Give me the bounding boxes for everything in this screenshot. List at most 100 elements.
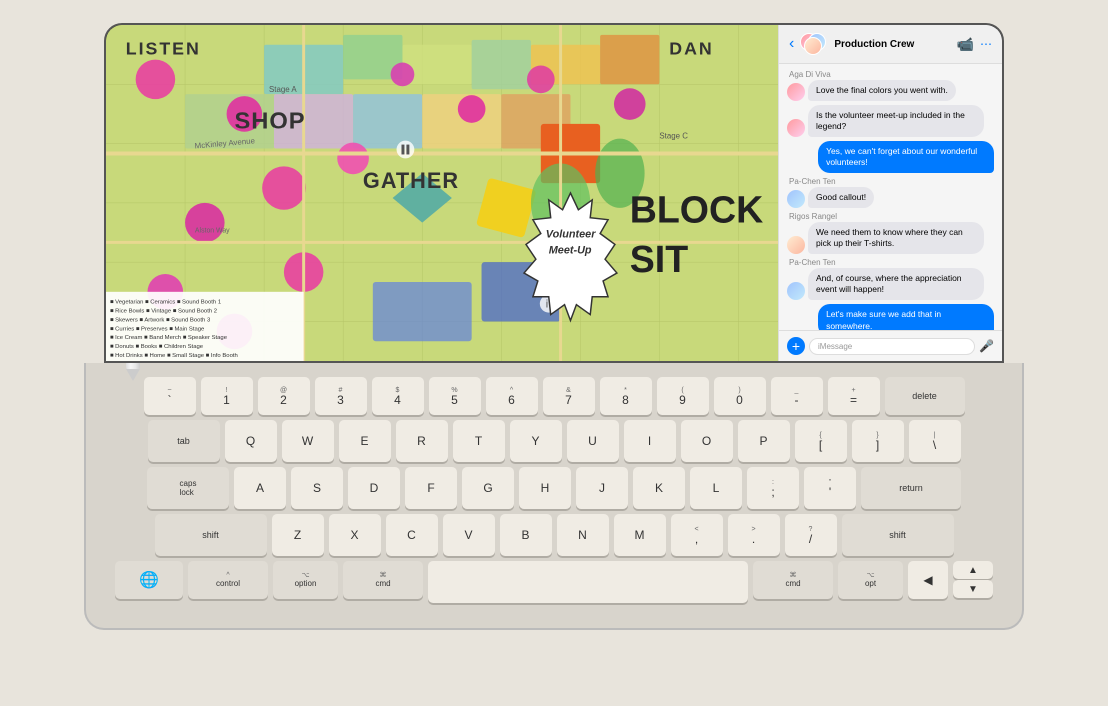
message-bubble: Let's make sure we add that in somewhere… [818,304,994,330]
key-0[interactable]: )0 [714,377,766,415]
key-q[interactable]: Q [225,420,277,462]
key-x[interactable]: X [329,514,381,556]
key-l[interactable]: L [690,467,742,509]
svg-text:Alston Way: Alston Way [195,228,230,235]
key-slash[interactable]: ?/ [785,514,837,556]
key-v[interactable]: V [443,514,495,556]
key-backtick[interactable]: ~` [144,377,196,415]
key-control[interactable]: ^ control [188,561,268,599]
key-3[interactable]: #3 [315,377,367,415]
key-caps-lock[interactable]: capslock [147,467,229,509]
message-bubble: Yes, we can't forget about our wonderful… [818,141,994,173]
key-equals[interactable]: += [828,377,880,415]
key-arrow-left[interactable]: ◀ [908,561,948,599]
svg-text:■ Ice Cream ■ Band Merch ■ S: ■ Ice Cream ■ Band Merch ■ Speaker Stage [110,335,228,341]
message-row: Let's make sure we add that in somewhere… [787,304,994,330]
sender-name: Aga Di Viva [787,70,994,79]
key-shift-left[interactable]: shift [155,514,267,556]
key-u[interactable]: U [567,420,619,462]
key-shift-right[interactable]: shift [842,514,954,556]
svg-text:DAN: DAN [669,39,713,59]
svg-text:SIT: SIT [630,238,688,280]
key-command-right[interactable]: ⌘ cmd [753,561,833,599]
magic-keyboard: ~` !1 @2 #3 $4 %5 ^6 &7 *8 (9 )0 _- += d… [84,363,1024,630]
key-f[interactable]: F [405,467,457,509]
key-k[interactable]: K [633,467,685,509]
key-s[interactable]: S [291,467,343,509]
svg-text:■ Curries ■ Preserves ■ Ma: ■ Curries ■ Preserves ■ Main Stage [110,326,205,332]
message-bubble: We need them to know where they can pick… [808,222,984,254]
svg-text:i: i [546,299,548,311]
key-delete[interactable]: delete [885,377,965,415]
device-container: ✦ Pencil Pro [64,23,1044,683]
key-j[interactable]: J [576,467,628,509]
key-tab[interactable]: tab [148,420,220,462]
key-bracket-close[interactable]: }] [852,420,904,462]
facetime-icon[interactable]: 📹 [957,36,974,53]
key-d[interactable]: D [348,467,400,509]
key-command-left[interactable]: ⌘ cmd [343,561,423,599]
key-7[interactable]: &7 [543,377,595,415]
key-i[interactable]: I [624,420,676,462]
key-g[interactable]: G [462,467,514,509]
key-t[interactable]: T [453,420,505,462]
key-option[interactable]: ⌥ option [273,561,338,599]
key-option-right[interactable]: ⌥ opt [838,561,903,599]
key-backslash[interactable]: |\ [909,420,961,462]
key-2[interactable]: @2 [258,377,310,415]
key-arrow-up[interactable]: ▲ [953,561,993,579]
message-bubble: And, of course, where the appreciation e… [808,268,984,300]
key-y[interactable]: Y [510,420,562,462]
back-button[interactable]: ‹ [789,35,794,53]
key-z[interactable]: Z [272,514,324,556]
imessage-input[interactable]: iMessage [809,338,975,355]
key-b[interactable]: B [500,514,552,556]
key-5[interactable]: %5 [429,377,481,415]
messages-header: ‹ Production Crew 📹 ⋯ [779,25,1002,64]
message-bubble: Good callout! [808,187,874,208]
key-p[interactable]: P [738,420,790,462]
key-c[interactable]: C [386,514,438,556]
arrow-ud-container: ▲ ▼ [953,561,993,603]
key-6[interactable]: ^6 [486,377,538,415]
key-r[interactable]: R [396,420,448,462]
key-o[interactable]: O [681,420,733,462]
add-attachment-button[interactable]: + [787,337,805,355]
pencil-tip [126,369,140,381]
key-semicolon[interactable]: :; [747,467,799,509]
svg-text:Meet-Up: Meet-Up [549,244,592,256]
key-8[interactable]: *8 [600,377,652,415]
key-period[interactable]: >. [728,514,780,556]
key-bracket-open[interactable]: {[ [795,420,847,462]
key-m[interactable]: M [614,514,666,556]
svg-text:■ Rice Bowls ■ Vintage ■ So: ■ Rice Bowls ■ Vintage ■ Sound Booth 2 [110,309,217,315]
key-1[interactable]: !1 [201,377,253,415]
key-quote[interactable]: "' [804,467,856,509]
sender-name: Pa-Chen Ten [787,177,994,186]
svg-text:■ Hot Drinks ■ Home ■ Small St: ■ Hot Drinks ■ Home ■ Small Stage ■ Info… [110,353,238,359]
key-e[interactable]: E [339,420,391,462]
key-globe[interactable]: 🌐 [115,561,183,599]
ipad-screen: LISTEN SHOP GATHER DAN BLOCK SIT McKinle… [104,23,1004,363]
message-row: Yes, we can't forget about our wonderful… [787,141,994,173]
messages-body: Aga Di Viva Love the final colors you we… [779,64,1002,330]
messages-panel: ‹ Production Crew 📹 ⋯ [778,25,1002,361]
messages-input-bar: + iMessage 🎤 [779,330,1002,361]
key-arrow-down[interactable]: ▼ [953,580,993,598]
svg-text:■ Vegetarian ■ Ceramics ■ So: ■ Vegetarian ■ Ceramics ■ Sound Booth 1 [110,300,221,306]
key-a[interactable]: A [234,467,286,509]
message-row: Aga Di Viva Love the final colors you we… [787,70,994,101]
microphone-icon[interactable]: 🎤 [979,339,994,353]
key-n[interactable]: N [557,514,609,556]
keyboard-row-zxcv: shift Z X C V B N M <, >. ?/ shift [102,514,1006,556]
svg-text:SHOP: SHOP [234,109,305,135]
key-space[interactable] [428,561,748,603]
key-minus[interactable]: _- [771,377,823,415]
key-return[interactable]: return [861,467,961,509]
key-comma[interactable]: <, [671,514,723,556]
more-options-icon[interactable]: ⋯ [980,37,992,51]
key-4[interactable]: $4 [372,377,424,415]
key-9[interactable]: (9 [657,377,709,415]
key-h[interactable]: H [519,467,571,509]
key-w[interactable]: W [282,420,334,462]
